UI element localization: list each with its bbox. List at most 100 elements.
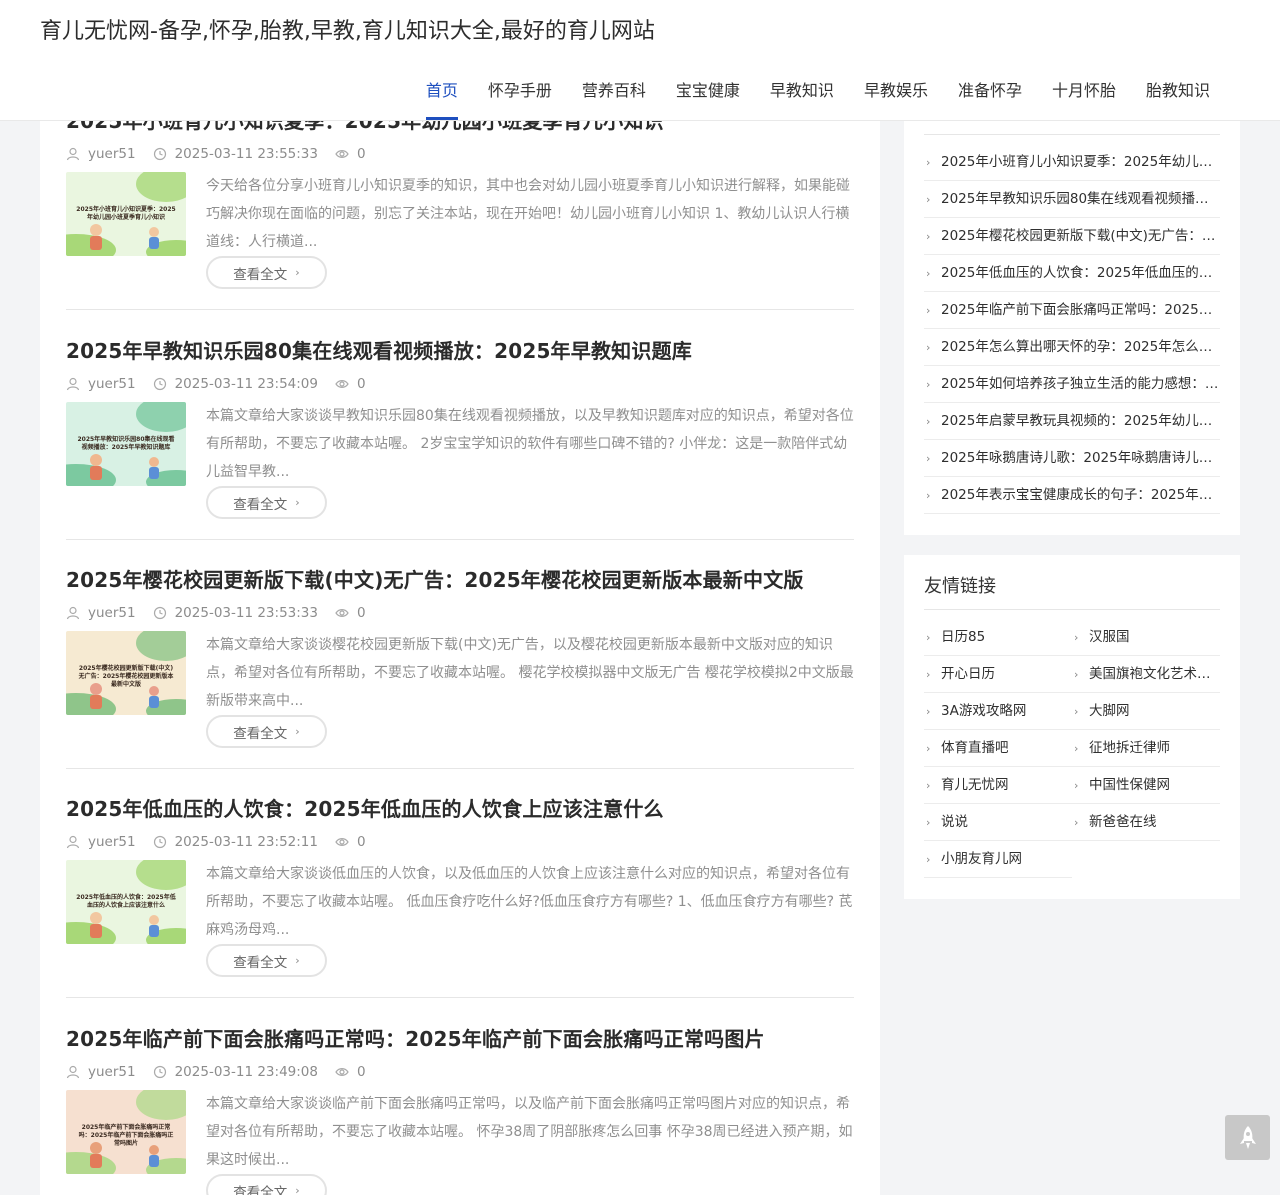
thumbnail-caption: 2025年低血压的人饮食：2025年低血压的人饮食上应该注意什么 — [76, 894, 176, 909]
chevron-right-icon: › — [926, 668, 931, 681]
clock-icon — [153, 1065, 166, 1079]
author-name[interactable]: yuer51 — [88, 144, 136, 164]
post-title[interactable]: 2025年早教知识乐园80集在线观看视频播放：2025年早教知识题库 — [66, 336, 692, 366]
chevron-right-icon: › — [1074, 779, 1079, 792]
nav-item[interactable]: 宝宝健康 — [676, 72, 740, 120]
friend-link[interactable]: › 大脚网 — [1072, 693, 1220, 730]
friend-link[interactable]: › 征地拆迁律师 — [1072, 730, 1220, 767]
back-to-top-button[interactable] — [1225, 1115, 1270, 1160]
author[interactable]: yuer51 — [66, 832, 136, 852]
nav-item[interactable]: 营养百科 — [582, 72, 646, 120]
post-thumbnail[interactable]: 2025年小班育儿小知识夏季：2025年幼儿园小班夏季育儿小知识 — [66, 172, 186, 256]
author[interactable]: yuer51 — [66, 374, 136, 394]
nav-item[interactable]: 十月怀胎 — [1052, 72, 1116, 120]
recent-post-link[interactable]: › 2025年如何培养孩子独立生活的能力感想：2025年如何培养孩子独立 — [924, 366, 1220, 403]
author-name[interactable]: yuer51 — [88, 1062, 136, 1082]
author-name[interactable]: yuer51 — [88, 603, 136, 623]
view-count: 0 — [335, 144, 366, 164]
friend-link[interactable]: › 开心日历 — [924, 656, 1072, 693]
post-divider — [66, 309, 854, 310]
friend-link[interactable]: › 育儿无忧网 — [924, 767, 1072, 804]
friend-link[interactable]: › 中国性保健网 — [1072, 767, 1220, 804]
main-nav: 首页 怀孕手册 营养百科 宝宝健康 早教知识 早教娱乐 准备怀孕 十月怀胎 胎教知识 — [396, 72, 1210, 120]
recent-post-link[interactable]: › 2025年小班育儿小知识夏季：2025年幼儿园小班夏季育儿小知识 — [924, 144, 1220, 181]
post-title[interactable]: 2025年低血压的人饮食：2025年低血压的人饮食上应该注意什么 — [66, 794, 664, 824]
nav-item[interactable]: 怀孕手册 — [488, 72, 552, 120]
recent-post-title: 2025年启蒙早教玩具视频的：2025年幼儿启蒙早教玩具 — [941, 413, 1220, 429]
chevron-right-icon: › — [1074, 816, 1079, 829]
friend-link[interactable]: › 日历85 — [924, 619, 1072, 656]
read-more-button[interactable]: 查看全文 › — [206, 715, 327, 748]
friend-link-label: 育儿无忧网 — [941, 777, 1009, 793]
post-thumbnail[interactable]: 2025年低血压的人饮食：2025年低血压的人饮食上应该注意什么 — [66, 860, 186, 944]
user-icon — [66, 377, 80, 391]
author[interactable]: yuer51 — [66, 603, 136, 623]
friend-link-label: 汉服国 — [1089, 629, 1130, 645]
friend-link[interactable]: › 汉服国 — [1072, 619, 1220, 656]
chevron-right-icon: › — [295, 725, 300, 738]
friend-link[interactable]: › 3A游戏攻略网 — [924, 693, 1072, 730]
post-title[interactable]: 2025年临产前下面会胀痛吗正常吗：2025年临产前下面会胀痛吗正常吗图片 — [66, 1024, 765, 1054]
clock-icon — [153, 835, 166, 849]
recent-post-link[interactable]: › 2025年临产前下面会胀痛吗正常吗：2025年临产前下面会胀痛吗正常吗图片 — [924, 292, 1220, 329]
views-text: 0 — [356, 1064, 366, 1080]
chevron-right-icon: › — [295, 954, 300, 967]
author[interactable]: yuer51 — [66, 144, 136, 164]
recent-post-link[interactable]: › 2025年启蒙早教玩具视频的：2025年幼儿启蒙早教玩具 — [924, 403, 1220, 440]
chevron-right-icon: › — [295, 496, 300, 509]
post-meta: yuer51 2025-03-11 23:53:33 0 — [66, 603, 383, 623]
recent-post-link[interactable]: › 2025年樱花校园更新版下载(中文)无广告：2025年樱花校园更新版本最新中文… — [924, 218, 1220, 255]
read-more-label: 查看全文 — [233, 725, 288, 742]
recent-post-title: 2025年如何培养孩子独立生活的能力感想：2025年如何培养孩子独立 — [941, 376, 1220, 392]
read-more-button[interactable]: 查看全文 › — [206, 256, 327, 289]
post-meta: yuer51 2025-03-11 23:54:09 0 — [66, 374, 383, 394]
read-more-button[interactable]: 查看全文 › — [206, 1174, 327, 1195]
views-text: 0 — [356, 834, 366, 850]
post-excerpt: 本篇文章给大家谈谈临产前下面会胀痛吗正常吗，以及临产前下面会胀痛吗正常吗图片对应… — [206, 1096, 853, 1168]
post-thumbnail[interactable]: 2025年早教知识乐园80集在线观看视频播放：2025年早教知识题库 — [66, 402, 186, 486]
chevron-right-icon: › — [1074, 668, 1079, 681]
recent-post-title: 2025年樱花校园更新版下载(中文)无广告：2025年樱花校园更新版本最新中文版 — [941, 228, 1220, 244]
friend-link[interactable]: › 体育直播吧 — [924, 730, 1072, 767]
recent-post-link[interactable]: › 2025年表示宝宝健康成长的句子：2025年宝宝健康成长的句子 — [924, 477, 1220, 514]
nav-item[interactable]: 首页 — [425, 72, 458, 120]
read-more-button[interactable]: 查看全文 › — [206, 944, 327, 977]
post-divider — [66, 768, 854, 769]
friend-link[interactable]: › 美国旗袍文化艺术协会 — [1072, 656, 1220, 693]
post-meta: yuer51 2025-03-11 23:49:08 0 — [66, 1062, 383, 1082]
site-header: 育儿无忧网-备孕,怀孕,胎教,早教,育儿知识大全,最好的育儿网站 首页 怀孕手册营… — [0, 0, 1280, 121]
read-more-button[interactable]: 查看全文 › — [206, 486, 327, 519]
chevron-right-icon: › — [926, 415, 931, 428]
recent-post-title: 2025年怎么算出哪天怀的孕：2025年怎么算出是哪天怀的孕 — [941, 339, 1220, 355]
time-text: 2025-03-11 23:54:09 — [174, 376, 318, 392]
recent-post-link[interactable]: › 2025年咏鹅唐诗儿歌：2025年咏鹅唐诗儿歌视频 — [924, 440, 1220, 477]
thumbnail-caption: 2025年小班育儿小知识夏季：2025年幼儿园小班夏季育儿小知识 — [76, 206, 176, 221]
friend-link[interactable]: › 新爸爸在线 — [1072, 804, 1220, 841]
widget-title: 友情链接 — [924, 576, 996, 597]
nav-item[interactable]: 早教知识 — [770, 72, 834, 120]
recent-post-link[interactable]: › 2025年早教知识乐园80集在线观看视频播放：2025年早教知识题库 — [924, 181, 1220, 218]
friend-link[interactable]: › 小朋友育儿网 — [924, 841, 1072, 878]
author-name[interactable]: yuer51 — [88, 832, 136, 852]
nav-item[interactable]: 准备怀孕 — [958, 72, 1022, 120]
post-title[interactable]: 2025年樱花校园更新版下载(中文)无广告：2025年樱花校园更新版本最新中文版 — [66, 565, 804, 595]
recent-post-title: 2025年咏鹅唐诗儿歌：2025年咏鹅唐诗儿歌视频 — [941, 450, 1220, 466]
friend-link-label: 美国旗袍文化艺术协会 — [1089, 666, 1220, 682]
recent-post-link[interactable]: › 2025年怎么算出哪天怀的孕：2025年怎么算出是哪天怀的孕 — [924, 329, 1220, 366]
user-icon — [66, 835, 80, 849]
chevron-right-icon: › — [926, 341, 931, 354]
nav-item[interactable]: 早教娱乐 — [864, 72, 928, 120]
author-name[interactable]: yuer51 — [88, 374, 136, 394]
nav-item[interactable]: 胎教知识 — [1146, 72, 1210, 120]
chevron-right-icon: › — [926, 378, 931, 391]
author[interactable]: yuer51 — [66, 1062, 136, 1082]
read-more-label: 查看全文 — [233, 496, 288, 513]
site-title[interactable]: 育儿无忧网-备孕,怀孕,胎教,早教,育儿知识大全,最好的育儿网站 — [40, 16, 655, 48]
post-thumbnail[interactable]: 2025年临产前下面会胀痛吗正常吗：2025年临产前下面会胀痛吗正常吗图片 — [66, 1090, 186, 1174]
friend-link[interactable]: › 说说 — [924, 804, 1072, 841]
post-time: 2025-03-11 23:52:11 — [153, 832, 318, 852]
friend-link-label: 说说 — [941, 814, 968, 830]
time-text: 2025-03-11 23:55:33 — [174, 146, 318, 162]
post-thumbnail[interactable]: 2025年樱花校园更新版下载(中文)无广告：2025年樱花校园更新版本最新中文版 — [66, 631, 186, 715]
recent-post-link[interactable]: › 2025年低血压的人饮食：2025年低血压的人饮食上应该注意什么 — [924, 255, 1220, 292]
